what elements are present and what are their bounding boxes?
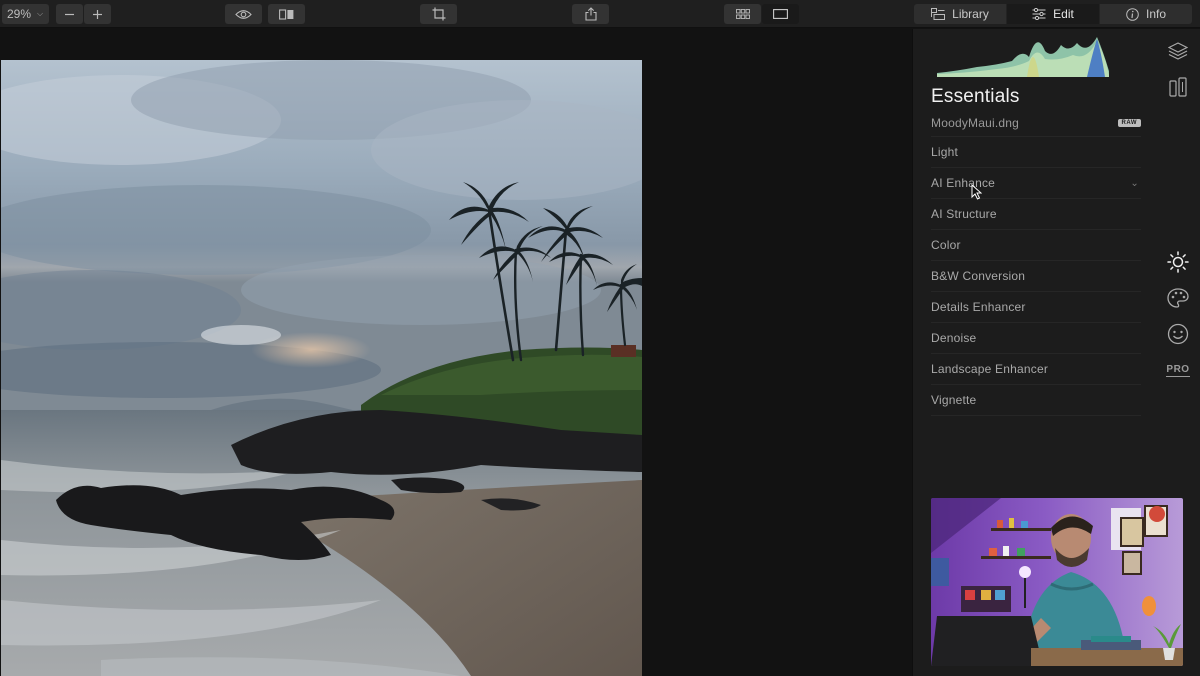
portrait-button[interactable] — [1164, 320, 1192, 348]
compare-button[interactable] — [268, 4, 305, 24]
pro-tools-button[interactable]: PRO — [1164, 356, 1192, 384]
mouse-cursor-icon — [971, 184, 982, 200]
tool-label: AI Structure — [931, 207, 997, 221]
mode-tabs: Library Edit Info — [914, 4, 1192, 24]
crop-icon — [432, 7, 445, 21]
top-toolbar: 29% ⌵ Library Edit Info — [0, 0, 1200, 28]
plus-icon — [93, 9, 102, 19]
chevron-down-icon[interactable]: ⌄ — [1130, 178, 1139, 189]
tool-details-enhancer[interactable]: Details Enhancer — [931, 292, 1141, 323]
tool-color[interactable]: Color — [931, 230, 1141, 261]
tab-info[interactable]: Info — [1099, 4, 1192, 24]
layers-icon — [1168, 42, 1188, 60]
webcam-overlay — [931, 498, 1183, 666]
tab-edit-label: Edit — [1053, 7, 1074, 21]
tool-label: B&W Conversion — [931, 269, 1026, 283]
essentials-button[interactable] — [1164, 248, 1192, 276]
tool-label: Denoise — [931, 331, 977, 345]
face-icon — [1167, 323, 1189, 345]
file-info-row: MoodyMaui.dng RAW — [931, 109, 1141, 137]
tool-denoise[interactable]: Denoise — [931, 323, 1141, 354]
tab-info-label: Info — [1145, 7, 1166, 21]
tab-library[interactable]: Library — [914, 4, 1006, 24]
pro-label: PRO — [1166, 363, 1190, 377]
grid-icon — [735, 9, 750, 19]
presets-button[interactable] — [1164, 73, 1192, 101]
single-view-button[interactable] — [762, 4, 799, 24]
crop-button[interactable] — [420, 4, 457, 24]
tool-light[interactable]: Light — [931, 137, 1141, 168]
presets-icon — [1169, 77, 1187, 97]
share-icon — [584, 7, 597, 21]
tab-edit[interactable]: Edit — [1006, 4, 1099, 24]
tool-label: Vignette — [931, 393, 977, 407]
zoom-dropdown[interactable]: 29% ⌵ — [2, 4, 49, 24]
photo-preview[interactable] — [1, 60, 642, 676]
edit-panel: Essentials MoodyMaui.dng RAW Light AI En… — [912, 29, 1200, 676]
raw-badge: RAW — [1117, 118, 1141, 127]
chevron-down-icon: ⌵ — [37, 9, 44, 18]
tool-ai-structure[interactable]: AI Structure — [931, 199, 1141, 230]
histogram — [937, 37, 1109, 77]
tool-label: AI Enhance — [931, 176, 996, 190]
zoom-in-button[interactable] — [84, 4, 111, 24]
sun-icon — [1167, 251, 1189, 273]
tool-label: Light — [931, 145, 959, 159]
grid-view-button[interactable] — [724, 4, 761, 24]
file-name: MoodyMaui.dng — [931, 115, 1019, 130]
zoom-value: 29% — [7, 7, 32, 21]
tool-label: Color — [931, 238, 961, 252]
single-view-icon — [773, 9, 788, 19]
side-rail-top — [1164, 37, 1196, 109]
creative-button[interactable] — [1164, 284, 1192, 312]
tool-landscape-enhancer[interactable]: Landscape Enhancer — [931, 354, 1141, 385]
preview-button[interactable] — [225, 4, 262, 24]
share-button[interactable] — [572, 4, 609, 24]
panel-title: Essentials — [931, 86, 1020, 107]
tool-label: Landscape Enhancer — [931, 362, 1049, 376]
tool-label: Details Enhancer — [931, 300, 1026, 314]
minus-icon — [65, 13, 74, 15]
layers-button[interactable] — [1164, 37, 1192, 65]
sliders-icon — [1032, 8, 1046, 20]
side-rail-tools: PRO — [1164, 248, 1196, 392]
zoom-out-button[interactable] — [56, 4, 83, 24]
info-icon — [1126, 7, 1139, 21]
image-canvas[interactable] — [0, 29, 912, 676]
tool-ai-enhance[interactable]: AI Enhance ⌄ — [931, 168, 1141, 199]
library-icon — [931, 8, 946, 20]
eye-icon — [235, 9, 252, 19]
tool-bw-conversion[interactable]: B&W Conversion — [931, 261, 1141, 292]
compare-icon — [279, 8, 294, 20]
tool-list: MoodyMaui.dng RAW Light AI Enhance ⌄ AI … — [931, 109, 1141, 416]
tab-library-label: Library — [952, 7, 989, 21]
palette-icon — [1167, 288, 1189, 308]
tool-vignette[interactable]: Vignette — [931, 385, 1141, 416]
